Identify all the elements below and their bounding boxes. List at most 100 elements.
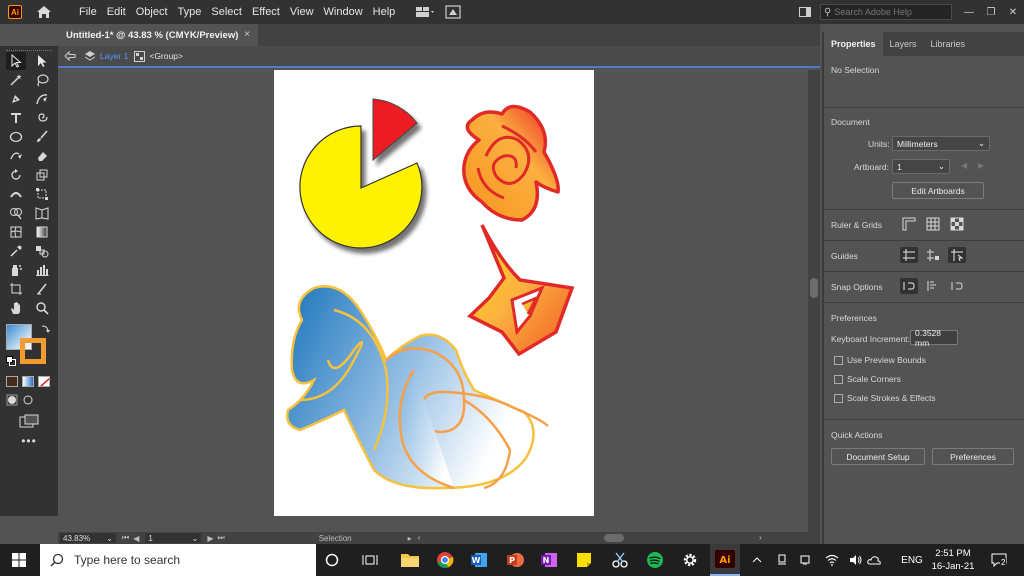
tab-layers[interactable]: Layers [883, 32, 924, 56]
restore-icon[interactable]: ❐ [980, 1, 1002, 23]
device-icon[interactable] [774, 544, 790, 576]
horizontal-scrollbar[interactable]: ‹ › [418, 533, 762, 543]
vertical-scroll-thumb[interactable] [810, 278, 818, 298]
panel-toggle-icon[interactable] [794, 1, 816, 23]
swap-fill-stroke-icon[interactable] [40, 324, 50, 334]
lock-guides-icon[interactable] [924, 247, 942, 263]
document-setup-button[interactable]: Document Setup [831, 448, 925, 465]
volume-icon[interactable] [848, 544, 864, 576]
blend-tool-icon[interactable] [32, 242, 52, 260]
settings-gear-icon[interactable] [678, 548, 702, 572]
minimize-icon[interactable]: — [958, 1, 980, 23]
artboard-select[interactable]: 1 ⌄ [892, 159, 950, 174]
breadcrumb-layer[interactable]: Layer 1 [100, 51, 128, 61]
selection-tool-icon[interactable] [6, 52, 26, 70]
color-mode-icon[interactable] [6, 376, 18, 387]
magic-wand-tool-icon[interactable] [6, 71, 26, 89]
spiral-tool-icon[interactable] [32, 109, 52, 127]
show-hidden-icons-icon[interactable] [750, 544, 764, 576]
shaper-tool-icon[interactable] [6, 147, 26, 165]
curvature-tool-icon[interactable] [32, 90, 52, 108]
power-icon[interactable] [797, 544, 813, 576]
free-transform-tool-icon[interactable] [32, 185, 52, 203]
scroll-left-icon[interactable]: ‹ [418, 533, 421, 542]
pen-tool-icon[interactable] [6, 90, 26, 108]
slice-tool-icon[interactable] [32, 280, 52, 298]
tab-properties[interactable]: Properties [824, 32, 883, 56]
rotate-tool-icon[interactable] [6, 166, 26, 184]
close-icon[interactable]: ✕ [1002, 1, 1024, 23]
artboard[interactable] [274, 70, 594, 516]
next-artboard-icon[interactable]: ▶ [207, 534, 213, 543]
tab-libraries[interactable]: Libraries [924, 32, 973, 56]
gpu-performance-icon[interactable] [442, 4, 464, 20]
powerpoint-icon[interactable]: P [503, 548, 527, 572]
menu-window[interactable]: Window [319, 0, 368, 24]
type-tool-icon[interactable] [6, 109, 26, 127]
snap-to-glyph-icon[interactable] [948, 278, 966, 294]
checkbox-use-preview-bounds[interactable]: Use Preview Bounds [834, 355, 926, 365]
cloud-icon[interactable] [866, 544, 882, 576]
shape-builder-tool-icon[interactable] [6, 204, 26, 222]
previous-artboard-icon[interactable]: ◀ [961, 161, 967, 170]
help-search-input[interactable] [834, 7, 945, 17]
lasso-tool-icon[interactable] [32, 71, 52, 89]
draw-mode-icon[interactable] [6, 394, 18, 406]
transparency-grid-icon[interactable] [948, 216, 966, 232]
units-select[interactable]: Millimeters ⌄ [892, 136, 990, 151]
menu-file[interactable]: File [74, 0, 102, 24]
use-preview-bounds-checkbox[interactable] [834, 355, 843, 365]
checkbox-scale-corners[interactable]: Scale Corners [834, 374, 901, 384]
hand-tool-icon[interactable] [6, 299, 26, 317]
screen-mode-icon[interactable] [19, 414, 39, 428]
gradient-mode-icon[interactable] [22, 376, 34, 387]
keyboard-increment-input[interactable]: 0.3528 mm [910, 328, 958, 348]
snap-to-pixel-icon[interactable] [924, 278, 942, 294]
back-arrow-icon[interactable] [64, 51, 76, 61]
menu-select[interactable]: Select [206, 0, 247, 24]
close-tab-icon[interactable]: × [244, 29, 250, 40]
artboard-number-field[interactable]: 1 ⌄ [145, 533, 202, 543]
vertical-scrollbar[interactable] [808, 70, 820, 532]
canvas-area[interactable] [58, 70, 808, 532]
status-menu-arrow-icon[interactable]: ▸ [408, 534, 412, 543]
symbol-sprayer-tool-icon[interactable] [6, 261, 26, 279]
file-explorer-icon[interactable] [398, 548, 422, 572]
sticky-notes-icon[interactable] [572, 548, 596, 572]
show-guides-icon[interactable] [900, 247, 918, 263]
ellipse-tool-icon[interactable] [6, 128, 26, 146]
zoom-level-field[interactable]: 43.83% ⌄ [60, 533, 116, 543]
column-graph-tool-icon[interactable] [32, 261, 52, 279]
perspective-grid-tool-icon[interactable] [32, 204, 52, 222]
task-view-icon[interactable] [358, 548, 382, 572]
cortana-icon[interactable] [320, 548, 344, 572]
help-search[interactable]: ⚲ [820, 4, 952, 20]
paintbrush-tool-icon[interactable] [32, 128, 52, 146]
none-mode-icon[interactable] [38, 376, 50, 387]
notifications-icon[interactable]: 2 [988, 544, 1010, 576]
zoom-tool-icon[interactable] [32, 299, 52, 317]
taskbar-search[interactable]: Type here to search [40, 544, 316, 576]
default-fill-stroke-icon[interactable] [6, 356, 16, 366]
language-indicator[interactable]: ENG [898, 544, 926, 576]
scale-strokes-effects-checkbox[interactable] [834, 393, 843, 403]
width-tool-icon[interactable] [6, 185, 26, 203]
scroll-right-icon[interactable]: › [759, 533, 762, 542]
direct-selection-tool-icon[interactable] [32, 52, 52, 70]
windows-start-icon[interactable] [12, 553, 26, 567]
edit-artboards-button[interactable]: Edit Artboards [892, 182, 984, 199]
draw-behind-icon[interactable] [22, 394, 34, 406]
home-icon[interactable] [36, 5, 52, 19]
artboard-tool-icon[interactable] [6, 280, 26, 298]
smart-guides-icon[interactable] [948, 247, 966, 263]
menu-type[interactable]: Type [173, 0, 207, 24]
clock[interactable]: 2:51 PM 16-Jan-21 [930, 547, 976, 573]
mesh-tool-icon[interactable] [6, 223, 26, 241]
menu-help[interactable]: Help [368, 0, 401, 24]
scale-corners-checkbox[interactable] [834, 374, 843, 384]
snap-to-point-icon[interactable] [900, 278, 918, 294]
menu-edit[interactable]: Edit [102, 0, 131, 24]
horizontal-scroll-thumb[interactable] [603, 534, 624, 542]
illustrator-taskbar-icon[interactable]: Ai [710, 544, 740, 576]
menu-effect[interactable]: Effect [247, 0, 285, 24]
